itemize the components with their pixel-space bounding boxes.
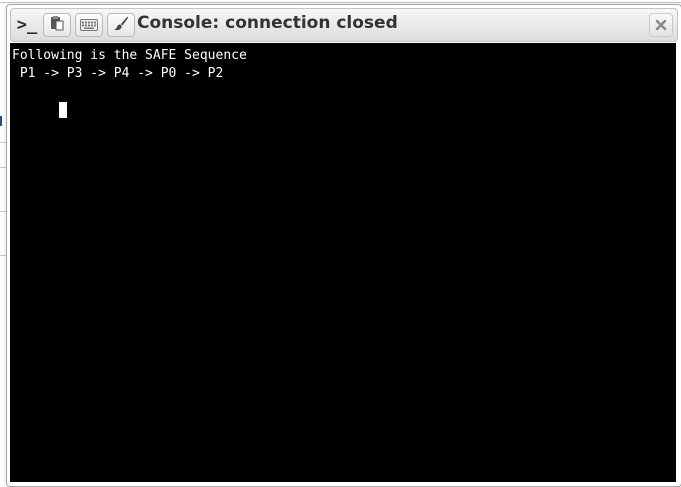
terminal-line: Following is the SAFE Sequence bbox=[12, 48, 247, 63]
terminal-line: P1 -> P3 -> P4 -> P0 -> P2 bbox=[12, 66, 224, 81]
paste-icon bbox=[49, 15, 65, 35]
background-divider bbox=[0, 2, 681, 3]
close-icon bbox=[655, 16, 667, 35]
prompt-icon: >_ bbox=[14, 13, 40, 37]
terminal-cursor-line bbox=[12, 83, 674, 118]
console-dialog: >_ Console: connection closed Following … bbox=[6, 4, 681, 487]
prompt-glyph: >_ bbox=[16, 15, 38, 35]
brush-icon bbox=[113, 15, 129, 35]
keyboard-icon bbox=[80, 16, 98, 35]
background-link-fragment bbox=[0, 116, 2, 126]
terminal-cursor bbox=[58, 102, 67, 118]
close-button[interactable] bbox=[649, 13, 673, 37]
brush-button[interactable] bbox=[107, 13, 135, 37]
paste-button[interactable] bbox=[43, 13, 71, 37]
terminal-output[interactable]: Following is the SAFE Sequence P1 -> P3 … bbox=[10, 43, 676, 482]
keyboard-button[interactable] bbox=[75, 13, 103, 37]
dialog-title: Console: connection closed bbox=[137, 13, 398, 33]
console-titlebar[interactable]: >_ Console: connection closed bbox=[10, 8, 678, 42]
